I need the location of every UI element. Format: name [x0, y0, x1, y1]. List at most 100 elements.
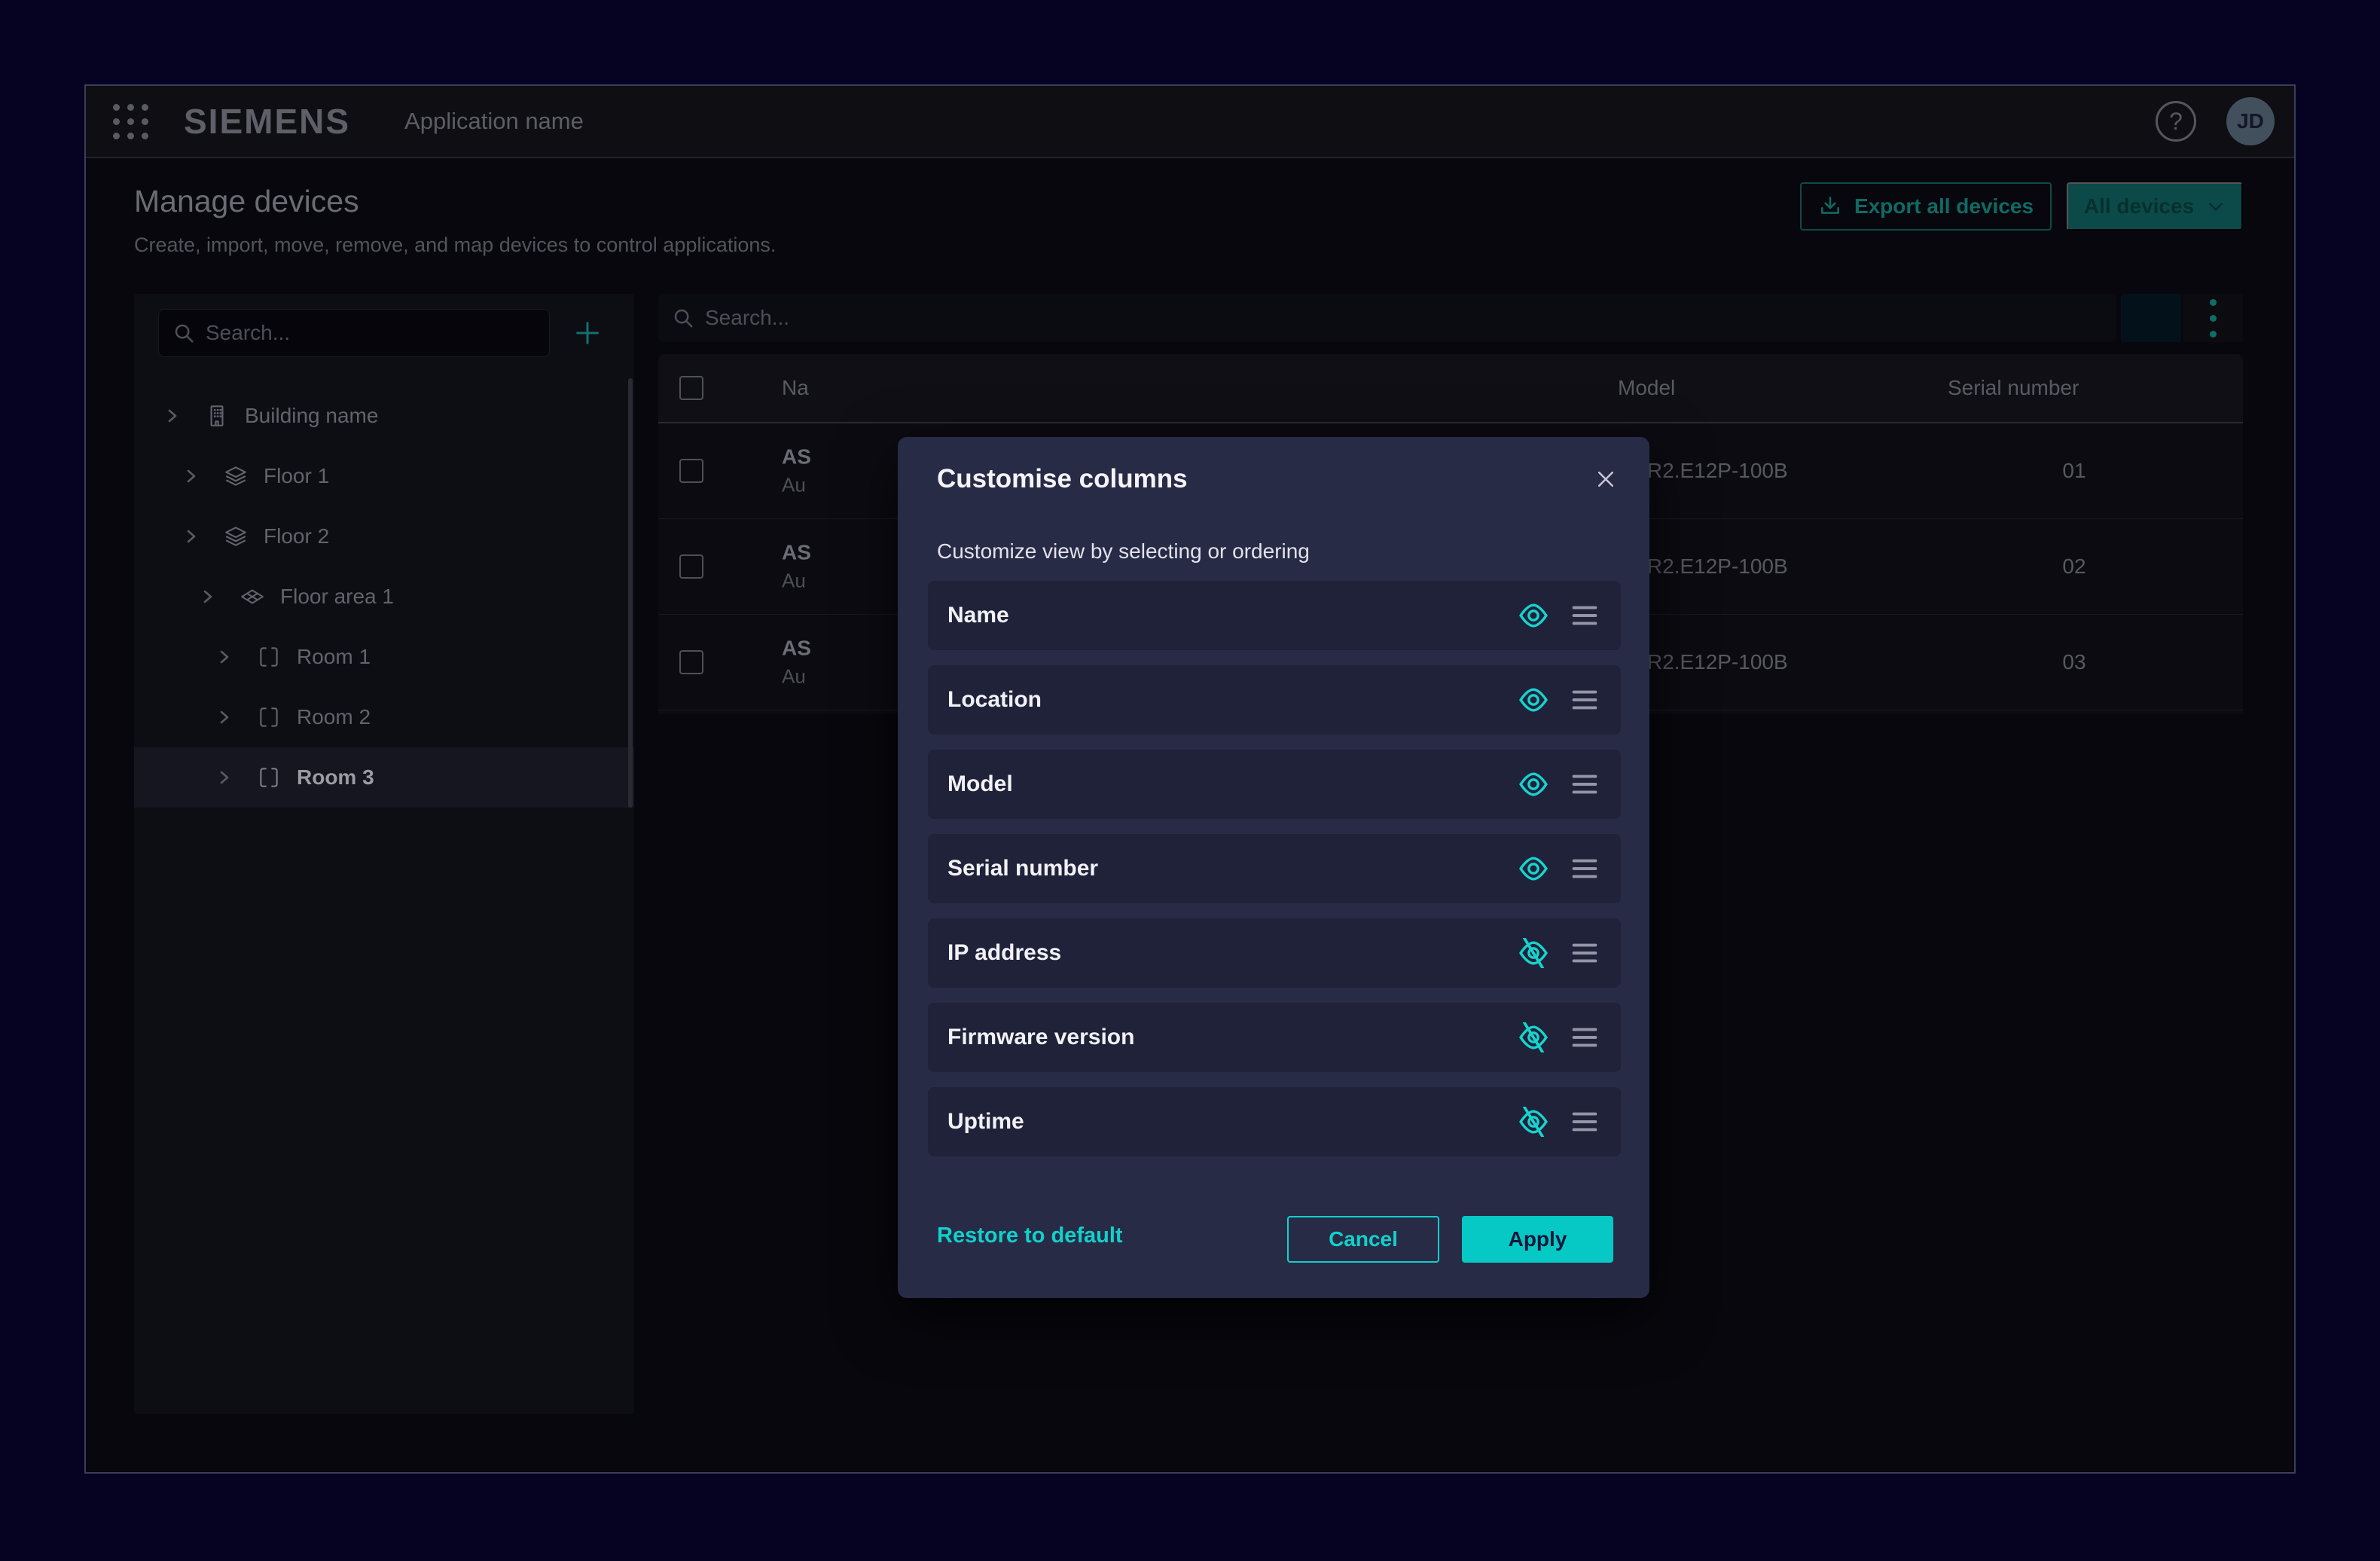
column-item-label: Serial number — [947, 856, 1098, 881]
tree-item-label: Floor 1 — [264, 464, 329, 488]
chevron-right-icon[interactable] — [182, 467, 200, 485]
device-name: AS — [782, 541, 811, 564]
column-item-label: IP address — [947, 940, 1061, 966]
visibility-eye-icon[interactable] — [1517, 685, 1550, 715]
device-name: AS — [782, 637, 811, 660]
tree-item-label: Floor area 1 — [280, 585, 394, 609]
column-item-model[interactable]: Model — [928, 750, 1621, 819]
chevron-right-icon[interactable] — [215, 768, 233, 787]
application-name: Application name — [404, 108, 584, 135]
floor-icon — [223, 463, 249, 489]
column-header-model[interactable]: Model — [1618, 376, 1675, 400]
row-checkbox[interactable] — [679, 650, 703, 674]
column-item-location[interactable]: Location — [928, 665, 1621, 735]
add-location-button[interactable] — [563, 309, 612, 357]
tree-item-room-1[interactable]: Room 1 — [134, 627, 634, 687]
chevron-right-icon[interactable] — [199, 588, 217, 606]
drag-handle-icon[interactable] — [1570, 856, 1600, 881]
column-header-name[interactable]: Na — [782, 376, 809, 400]
device-scope-value: All devices — [2084, 194, 2194, 218]
app-launcher-icon[interactable] — [113, 104, 148, 139]
restore-to-default-link[interactable]: Restore to default — [937, 1223, 1123, 1248]
tree-item-label: Room 1 — [297, 645, 371, 669]
download-icon — [1818, 194, 1842, 218]
visibility-eye-off-icon[interactable] — [1517, 1022, 1550, 1052]
more-actions-button[interactable] — [2183, 294, 2243, 342]
room-icon — [256, 644, 282, 670]
table-settings-button[interactable] — [2121, 294, 2181, 342]
close-button[interactable] — [1585, 458, 1627, 500]
dialog-title: Customise columns — [937, 464, 1188, 494]
tree-item-floor-area-1[interactable]: Floor area 1 — [134, 567, 634, 627]
room-icon — [256, 765, 282, 790]
building-icon — [204, 403, 230, 429]
app-window: SIEMENS Application name ? JD Manage dev… — [84, 84, 2296, 1474]
select-all-checkbox[interactable] — [679, 376, 703, 400]
drag-handle-icon[interactable] — [1570, 771, 1600, 797]
device-serial: 01 — [2006, 459, 2142, 483]
page-title: Manage devices — [134, 184, 359, 219]
column-item-ip-address[interactable]: IP address — [928, 918, 1621, 988]
column-item-label: Firmware version — [947, 1025, 1134, 1050]
column-item-label: Model — [947, 771, 1013, 797]
location-tree-panel: Building name Floor 1 Floor 2 Floor area… — [134, 294, 634, 1414]
export-all-devices-button[interactable]: Export all devices — [1800, 182, 2052, 231]
table-header-row: Na Model Serial number — [658, 354, 2243, 423]
avatar[interactable]: JD — [2226, 97, 2275, 145]
tree-search-input[interactable] — [206, 321, 536, 345]
visibility-eye-icon[interactable] — [1517, 769, 1550, 799]
device-name: AS — [782, 445, 811, 469]
device-subname: Au — [782, 570, 811, 593]
apply-button[interactable]: Apply — [1462, 1216, 1613, 1263]
device-serial: 03 — [2006, 650, 2142, 674]
export-all-devices-label: Export all devices — [1854, 194, 2034, 218]
tree-item-building[interactable]: Building name — [134, 386, 634, 446]
column-item-uptime[interactable]: Uptime — [928, 1087, 1621, 1156]
location-tree: Building name Floor 1 Floor 2 Floor area… — [134, 386, 634, 808]
page-subtitle: Create, import, move, remove, and map de… — [134, 234, 776, 257]
tree-item-room-3-selected[interactable]: Room 3 — [134, 747, 634, 808]
column-item-serial-number[interactable]: Serial number — [928, 834, 1621, 903]
chevron-right-icon[interactable] — [215, 708, 233, 726]
drag-handle-icon[interactable] — [1570, 1109, 1600, 1135]
device-subname: Au — [782, 665, 811, 689]
drag-handle-icon[interactable] — [1570, 940, 1600, 966]
visibility-eye-icon[interactable] — [1517, 854, 1550, 884]
device-search-input[interactable] — [705, 306, 2103, 330]
top-bar: SIEMENS Application name ? JD — [86, 86, 2294, 158]
visibility-eye-off-icon[interactable] — [1517, 938, 1550, 968]
drag-handle-icon[interactable] — [1570, 1025, 1600, 1050]
row-checkbox[interactable] — [679, 459, 703, 483]
chevron-right-icon[interactable] — [163, 407, 182, 425]
device-scope-dropdown[interactable]: All devices — [2067, 182, 2243, 231]
help-icon[interactable]: ? — [2156, 101, 2196, 142]
device-serial: 02 — [2006, 554, 2142, 579]
tree-item-room-2[interactable]: Room 2 — [134, 687, 634, 747]
sidebar-scrollbar[interactable] — [628, 378, 633, 808]
drag-handle-icon[interactable] — [1570, 687, 1600, 713]
tree-item-label: Room 2 — [297, 705, 371, 729]
dialog-subtitle: Customize view by selecting or ordering — [937, 539, 1310, 564]
tree-item-floor-1[interactable]: Floor 1 — [134, 446, 634, 506]
tree-item-label: Room 3 — [297, 765, 374, 790]
search-icon — [172, 322, 195, 344]
plus-icon — [572, 318, 603, 348]
row-checkbox[interactable] — [679, 554, 703, 579]
cancel-button[interactable]: Cancel — [1287, 1216, 1439, 1263]
column-item-firmware-version[interactable]: Firmware version — [928, 1003, 1621, 1072]
column-list: Name Location Model — [928, 581, 1621, 1172]
chevron-right-icon[interactable] — [182, 527, 200, 545]
floor-icon — [223, 524, 249, 549]
device-subname: Au — [782, 474, 811, 497]
chevron-right-icon[interactable] — [215, 648, 233, 666]
search-icon — [672, 307, 694, 329]
visibility-eye-off-icon[interactable] — [1517, 1107, 1550, 1137]
customise-columns-dialog: Customise columns Customize view by sele… — [898, 437, 1649, 1298]
tree-search-box — [158, 309, 550, 357]
drag-handle-icon[interactable] — [1570, 603, 1600, 628]
column-item-name[interactable]: Name — [928, 581, 1621, 650]
column-header-serial[interactable]: Serial number — [1948, 376, 2079, 400]
visibility-eye-icon[interactable] — [1517, 600, 1550, 631]
tree-item-floor-2[interactable]: Floor 2 — [134, 506, 634, 567]
tree-item-label: Building name — [245, 404, 378, 428]
